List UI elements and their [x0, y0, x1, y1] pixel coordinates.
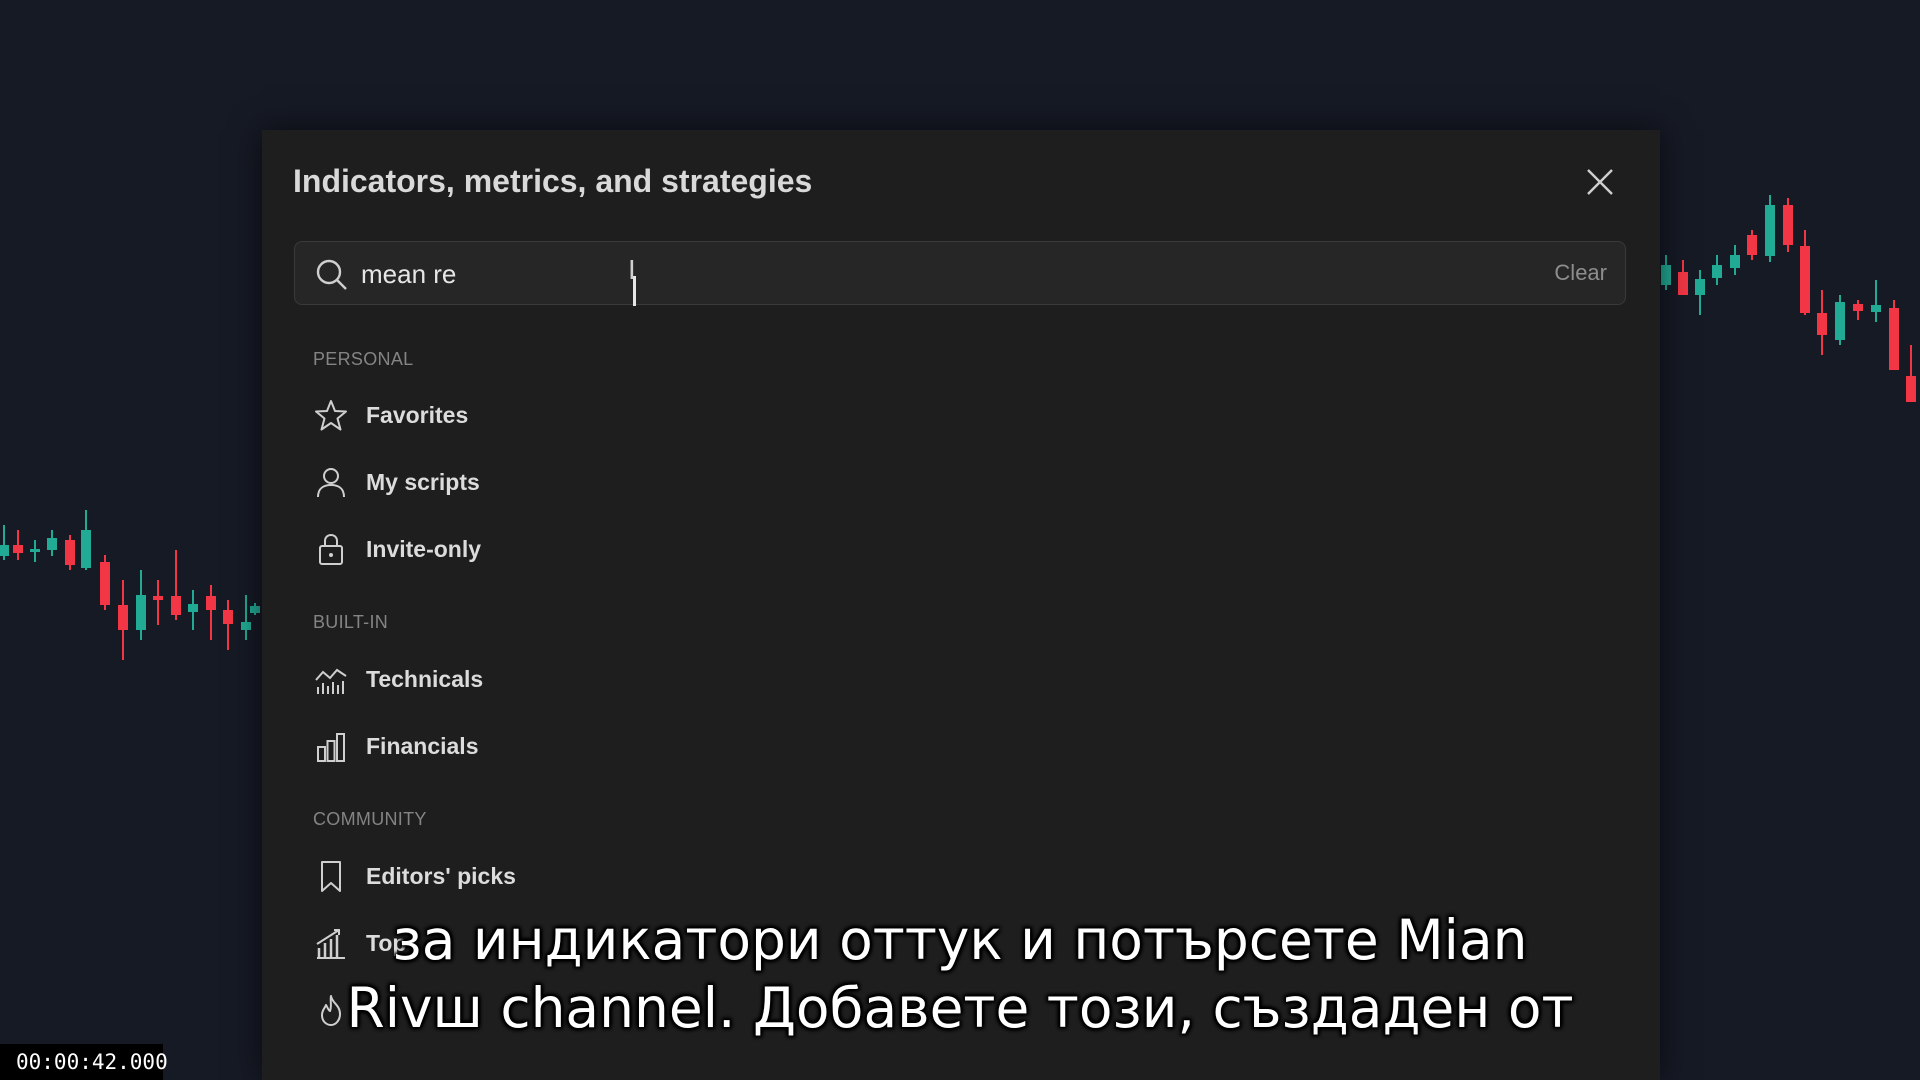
- clear-button[interactable]: Clear: [1554, 260, 1607, 286]
- section-header-personal: PERSONAL: [313, 349, 414, 369]
- candlestick: [1678, 260, 1688, 295]
- subtitle-line-2: Rivш channel. Добавете този, създаден от: [346, 976, 1574, 1040]
- video-timestamp: 00:00:42.000: [0, 1044, 168, 1080]
- bookmark-icon: [313, 858, 349, 894]
- user-icon: [313, 464, 349, 500]
- candlestick: [1871, 280, 1881, 322]
- search-input[interactable]: [359, 242, 1363, 306]
- technicals-icon: [313, 661, 349, 697]
- candlestick: [1730, 245, 1740, 275]
- candlestick: [65, 535, 75, 570]
- candlestick: [1835, 295, 1845, 345]
- section-header-built-in: BUILT-IN: [313, 612, 389, 632]
- close-button[interactable]: [1580, 162, 1620, 202]
- menu-item-editors-picks[interactable]: Editors' picks: [313, 851, 913, 901]
- lock-icon: [313, 531, 349, 567]
- star-icon: [313, 397, 349, 433]
- menu-item-label: My scripts: [366, 468, 480, 495]
- candlestick: [47, 530, 57, 556]
- menu-item-label: Financials: [366, 732, 479, 759]
- candlestick: [13, 530, 23, 560]
- dialog-title: Indicators, metrics, and strategies: [293, 163, 813, 199]
- candlestick: [30, 540, 40, 562]
- section-header-community: COMMUNITY: [313, 809, 427, 829]
- candlestick: [153, 580, 163, 625]
- candlestick: [81, 510, 91, 570]
- candlestick: [188, 590, 198, 630]
- subtitle-line-1: за индикатори оттук и потърсете Mian: [392, 908, 1528, 972]
- search-box[interactable]: I Clear: [294, 241, 1626, 306]
- candlestick: [1853, 300, 1863, 320]
- candlestick: [250, 603, 260, 615]
- search-icon: [316, 259, 347, 290]
- candlestick: [1661, 255, 1671, 290]
- candlestick: [100, 555, 110, 610]
- candlestick: [171, 550, 181, 620]
- candlestick: [223, 600, 233, 650]
- candlestick: [136, 570, 146, 640]
- menu-item-label: Invite-only: [366, 535, 482, 562]
- financials-icon: [313, 728, 349, 764]
- candlestick: [0, 525, 9, 560]
- menu-item-favorites[interactable]: Favorites: [313, 390, 913, 440]
- close-icon: [1587, 169, 1613, 195]
- menu-item-invite-only[interactable]: Invite-only: [313, 524, 913, 574]
- candlestick: [1765, 195, 1775, 262]
- candlestick: [1712, 255, 1722, 285]
- candlestick: [1747, 230, 1757, 260]
- text-cursor-icon: I: [628, 256, 636, 286]
- candlestick: [1817, 290, 1827, 355]
- candlestick: [1695, 270, 1705, 315]
- candlestick: [1889, 300, 1899, 370]
- menu-item-technicals[interactable]: Technicals: [313, 654, 913, 704]
- menu-item-financials[interactable]: Financials: [313, 721, 913, 771]
- menu-item-label: Technicals: [366, 665, 484, 692]
- candlestick: [241, 595, 251, 640]
- menu-item-my-scripts[interactable]: My scripts: [313, 457, 913, 507]
- candlestick: [1800, 230, 1810, 315]
- candlestick: [206, 585, 216, 640]
- candlestick: [1783, 198, 1793, 252]
- menu-item-label: Favorites: [366, 401, 469, 428]
- candlestick: [1906, 345, 1916, 402]
- menu-item-label: Editors' picks: [366, 862, 516, 889]
- candlestick: [118, 580, 128, 660]
